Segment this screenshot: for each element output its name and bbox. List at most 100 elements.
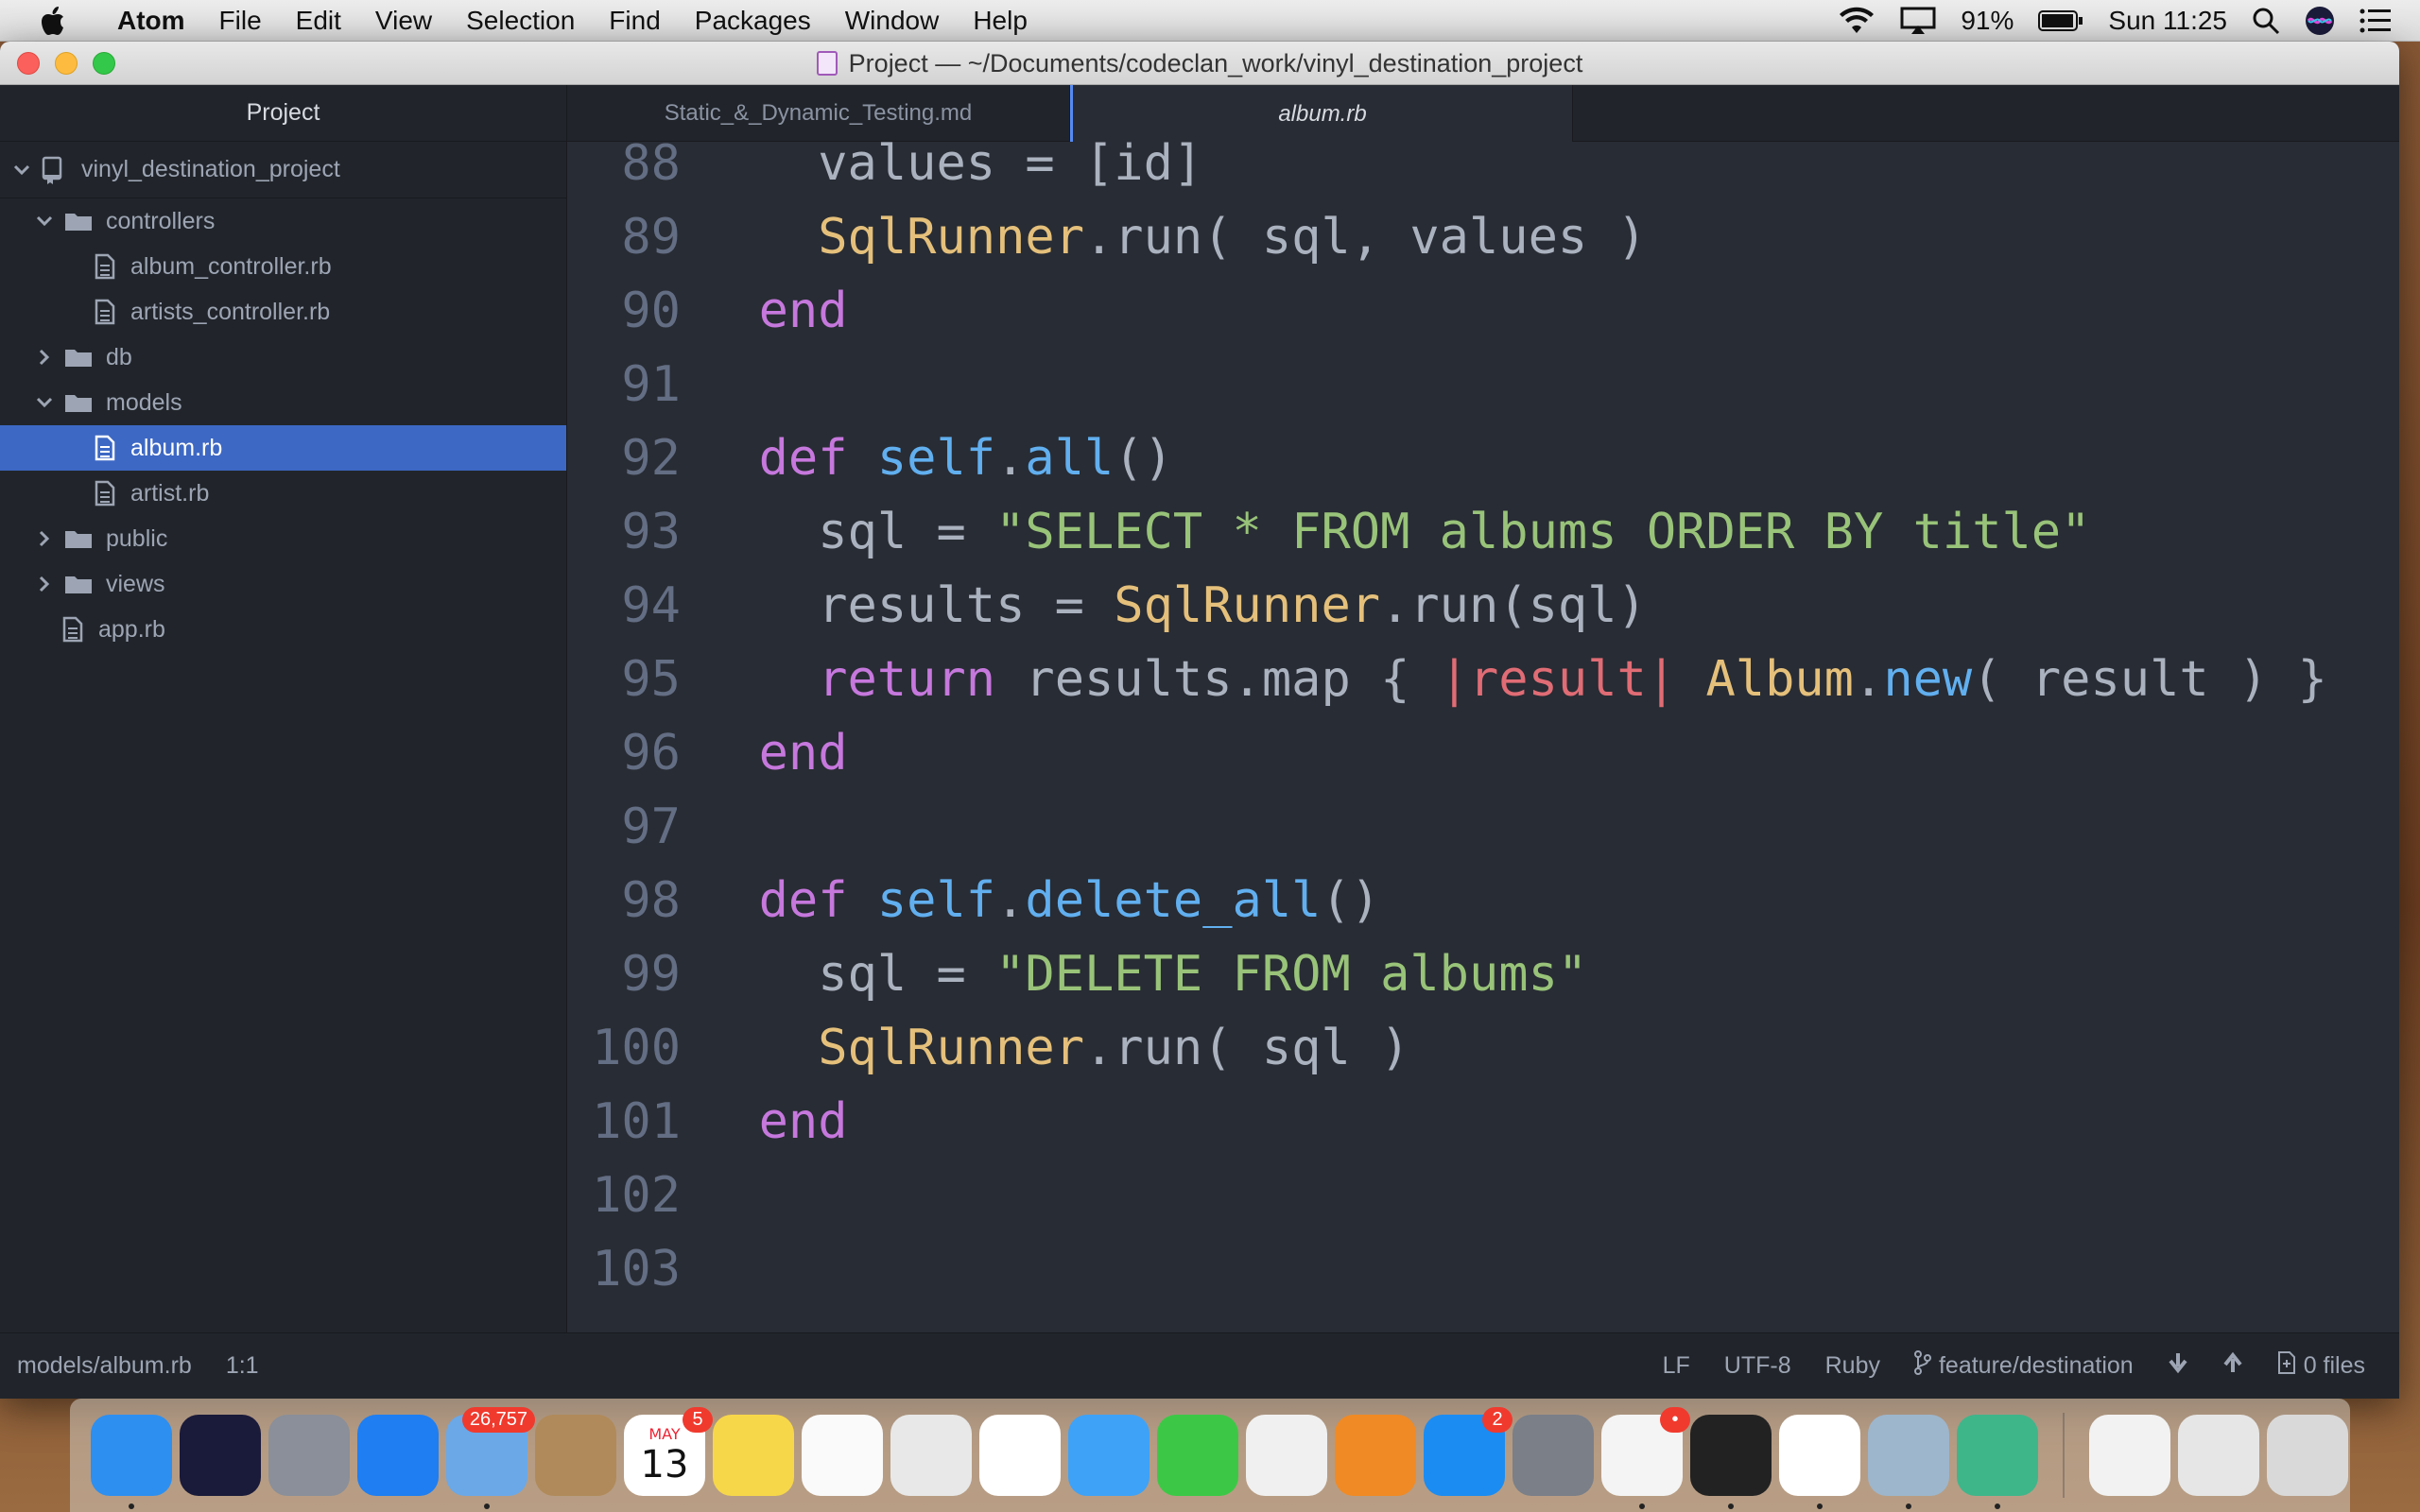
tree-root-folder[interactable]: vinyl_destination_project <box>0 142 566 198</box>
code-text: sql = "SELECT * FROM albums ORDER BY tit… <box>700 504 2090 560</box>
code-line[interactable]: 93 sql = "SELECT * FROM albums ORDER BY … <box>567 495 2399 569</box>
document-proxy-icon[interactable] <box>816 51 838 76</box>
line-number: 100 <box>592 1020 681 1076</box>
tab-album-rb[interactable]: album.rb <box>1070 85 1573 143</box>
siri-icon[interactable] <box>180 1415 261 1496</box>
terminal-icon[interactable] <box>1690 1415 1772 1509</box>
code-token: end <box>700 283 848 339</box>
status-cursor-position[interactable]: 1:1 <box>226 1352 259 1380</box>
zip-file-icon[interactable] <box>2089 1415 2170 1496</box>
tree-folder[interactable]: public <box>0 516 566 561</box>
airplay-icon[interactable] <box>1900 7 1936 35</box>
menu-app-name[interactable]: Atom <box>102 6 202 36</box>
menu-window[interactable]: Window <box>828 6 957 36</box>
code-line[interactable]: 96 end <box>567 716 2399 790</box>
launchpad-icon[interactable] <box>268 1415 350 1496</box>
chevron-down-icon[interactable] <box>34 392 55 413</box>
finder-icon[interactable] <box>91 1415 172 1509</box>
code-line[interactable]: 101 end <box>567 1085 2399 1159</box>
chevron-right-icon[interactable] <box>34 574 55 594</box>
git-fetch-icon[interactable] <box>2168 1351 2188 1381</box>
code-text: end <box>700 283 848 339</box>
calendar-icon[interactable]: MAY 13 5 <box>624 1407 713 1496</box>
contacts-icon[interactable] <box>535 1415 616 1496</box>
safari-icon[interactable] <box>357 1415 439 1496</box>
status-git-branch[interactable]: feature/destination <box>1913 1350 2134 1382</box>
spotlight-icon[interactable] <box>2252 7 2280 35</box>
code-line[interactable]: 88 values = [id] <box>567 142 2399 200</box>
tree-file[interactable]: artist.rb <box>0 471 566 516</box>
tree-file[interactable]: artists_controller.rb <box>0 289 566 335</box>
code-line[interactable]: 102 <box>567 1159 2399 1232</box>
notes-icon[interactable] <box>713 1415 794 1496</box>
tree-file[interactable]: album.rb <box>0 425 566 471</box>
menu-file[interactable]: File <box>202 6 279 36</box>
tree-folder[interactable]: views <box>0 561 566 607</box>
code-line[interactable]: 94 results = SqlRunner.run(sql) <box>567 569 2399 643</box>
tree-item-label: artist.rb <box>130 479 210 507</box>
reminders-icon[interactable] <box>802 1415 883 1496</box>
menu-selection[interactable]: Selection <box>449 6 592 36</box>
menu-view[interactable]: View <box>358 6 449 36</box>
code-line[interactable]: 97 <box>567 790 2399 864</box>
code-line[interactable]: 95 return results.map { |result| Album.n… <box>567 643 2399 716</box>
status-line-ending[interactable]: LF <box>1663 1352 1690 1380</box>
messages-icon[interactable] <box>1068 1415 1150 1496</box>
tree-folder[interactable]: models <box>0 380 566 425</box>
trash-icon[interactable] <box>2267 1415 2348 1496</box>
image-capture-icon[interactable] <box>1868 1415 1949 1509</box>
tab-static-dynamic-testing[interactable]: Static_&_Dynamic_Testing.md <box>567 85 1070 142</box>
chrome-icon[interactable] <box>1779 1415 1860 1509</box>
code-line[interactable]: 100 SqlRunner.run( sql ) <box>567 1011 2399 1085</box>
code-text: SqlRunner.run( sql ) <box>700 1020 1409 1076</box>
code-line[interactable]: 98 def self.delete_all() <box>567 864 2399 937</box>
itunes-icon[interactable] <box>1246 1415 1327 1496</box>
battery-icon[interactable] <box>2038 9 2083 32</box>
slack-icon[interactable]: • <box>1601 1407 1690 1509</box>
git-push-icon[interactable] <box>2222 1351 2243 1381</box>
chevron-down-icon[interactable] <box>11 160 32 180</box>
photos-icon[interactable] <box>979 1415 1061 1496</box>
mail-icon[interactable]: 26,757 <box>446 1407 535 1509</box>
menu-find[interactable]: Find <box>592 6 677 36</box>
app-store-icon[interactable]: 2 <box>1424 1407 1512 1496</box>
code-line[interactable]: 89 SqlRunner.run( sql, values ) <box>567 200 2399 274</box>
menu-packages[interactable]: Packages <box>678 6 828 36</box>
facetime-icon[interactable] <box>1157 1415 1238 1496</box>
preview-icon[interactable] <box>890 1415 972 1496</box>
menu-edit[interactable]: Edit <box>279 6 358 36</box>
chevron-right-icon[interactable] <box>34 347 55 368</box>
notification-center-icon[interactable] <box>2360 9 2392 33</box>
menu-clock[interactable]: Sun 11:25 <box>2108 6 2227 36</box>
tree-folder[interactable]: db <box>0 335 566 380</box>
status-file-path[interactable]: models/album.rb <box>17 1352 192 1380</box>
window-stack-icon[interactable] <box>2178 1415 2259 1496</box>
ibooks-icon[interactable] <box>1335 1415 1416 1496</box>
system-preferences-icon[interactable] <box>1512 1415 1594 1496</box>
tree-header[interactable]: Project <box>0 85 566 142</box>
code-token: results.map { <box>995 651 1440 708</box>
status-files-changed[interactable]: 0 files <box>2277 1350 2365 1382</box>
code-line[interactable]: 90 end <box>567 274 2399 348</box>
menu-help[interactable]: Help <box>956 6 1045 36</box>
folder-icon <box>64 211 93 232</box>
tree-file[interactable]: album_controller.rb <box>0 244 566 289</box>
code-line[interactable]: 92 def self.all() <box>567 421 2399 495</box>
code-line[interactable]: 99 sql = "DELETE FROM albums" <box>567 937 2399 1011</box>
code-line[interactable]: 91 <box>567 348 2399 421</box>
atom-icon[interactable] <box>1957 1415 2038 1509</box>
code-editor[interactable]: 88 values = [id] 89 SqlRunner.run( sql, v… <box>567 142 2399 1332</box>
chevron-right-icon[interactable] <box>34 528 55 549</box>
window-title: Project — ~/Documents/codeclan_work/viny… <box>0 42 2399 85</box>
siri-menu-icon[interactable] <box>2305 6 2335 36</box>
code-line[interactable]: 103 <box>567 1232 2399 1306</box>
apple-icon[interactable] <box>36 0 74 42</box>
status-grammar[interactable]: Ruby <box>1825 1352 1880 1380</box>
diff-file-icon <box>2277 1350 2296 1382</box>
wifi-icon[interactable] <box>1838 7 1876 35</box>
tree-file[interactable]: app.rb <box>0 607 566 652</box>
chevron-down-icon[interactable] <box>34 211 55 232</box>
tree-folder[interactable]: controllers <box>0 198 566 244</box>
file-text-icon <box>95 480 115 507</box>
status-encoding[interactable]: UTF-8 <box>1724 1352 1791 1380</box>
